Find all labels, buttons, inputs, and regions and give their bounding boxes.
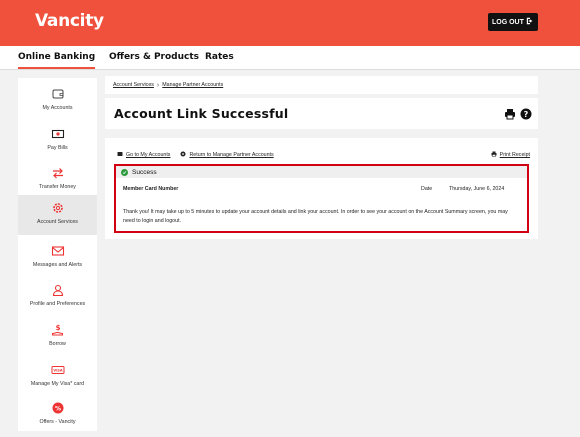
go-to-accounts-label: Go to My Accounts	[126, 152, 171, 158]
sidebar-item-label: Borrow	[49, 341, 66, 347]
transfer-icon	[51, 166, 65, 180]
sidebar-item-label: My Accounts	[42, 105, 73, 111]
sidebar-item-label: Transfer Money	[39, 184, 76, 190]
confirmation-message: Thank you! It may take up to 5 minutes t…	[123, 209, 508, 224]
date-label: Date	[421, 186, 433, 192]
svg-text:?: ?	[524, 110, 529, 119]
sidebar-item-offers-vancity[interactable]: % Offers - Vancity	[18, 396, 97, 430]
wallet-icon	[51, 87, 65, 101]
top-header: Vancity LOG OUT	[0, 0, 580, 46]
sidebar-item-label: Profile and Preferences	[29, 301, 86, 307]
sidebar-item-manage-visa[interactable]: VISA Manage My Visa* card	[18, 358, 97, 400]
chevron-right-icon: ›	[156, 81, 160, 89]
svg-text:%: %	[54, 405, 60, 412]
sidebar-item-borrow[interactable]: $ Borrow	[18, 318, 97, 360]
bill-icon	[51, 127, 65, 141]
sidebar-item-my-accounts[interactable]: My Accounts	[18, 82, 97, 124]
sidebar-item-label: Pay Bills	[47, 145, 68, 151]
wallet-icon	[117, 151, 123, 159]
success-header: Success	[116, 166, 527, 178]
help-icon[interactable]: ?	[520, 107, 532, 125]
breadcrumb-account-services[interactable]: Account Services	[113, 82, 154, 88]
logout-icon	[526, 17, 534, 27]
logout-button[interactable]: LOG OUT	[488, 13, 538, 31]
return-partner-accounts-link[interactable]: Return to Manage Partner Accounts	[180, 151, 274, 159]
svg-text:VISA: VISA	[53, 369, 63, 373]
sidebar-item-label: Messages and Alerts	[32, 262, 83, 268]
sidebar-item-label: Manage My Visa* card	[30, 381, 85, 387]
check-circle-icon	[121, 168, 128, 176]
print-receipt-label: Print Receipt	[499, 152, 530, 158]
detail-row: Member Card Number Date Thursday, June 6…	[123, 186, 519, 192]
result-card: Go to My Accounts Return to Manage Partn…	[105, 138, 538, 239]
mail-icon	[51, 244, 65, 258]
sidebar-item-label: Offers - Vancity	[39, 419, 76, 425]
sidebar-item-pay-bills[interactable]: Pay Bills	[18, 122, 97, 164]
page-title: Account Link Successful	[114, 106, 289, 121]
sidebar: My Accounts Pay Bills Transfer Money Acc…	[18, 78, 97, 431]
sidebar-item-account-services[interactable]: Account Services	[18, 195, 97, 235]
tab-online-banking[interactable]: Online Banking	[18, 52, 96, 69]
return-partner-accounts-label: Return to Manage Partner Accounts	[189, 152, 274, 158]
gear-icon	[180, 151, 186, 159]
success-status: Success	[132, 168, 157, 176]
vancity-logo[interactable]: Vancity	[35, 11, 104, 31]
svg-text:$: $	[55, 324, 60, 332]
visa-icon: VISA	[51, 363, 65, 377]
breadcrumb-manage-partner-accounts[interactable]: Manage Partner Accounts	[162, 82, 223, 88]
offers-icon: %	[51, 401, 65, 415]
go-to-accounts-link[interactable]: Go to My Accounts	[117, 151, 170, 159]
print-icon[interactable]	[504, 107, 516, 125]
print-icon	[491, 151, 497, 159]
user-icon	[51, 283, 65, 297]
breadcrumb: Account Services › Manage Partner Accoun…	[105, 76, 538, 94]
date-value: Thursday, June 6, 2024	[449, 186, 505, 192]
tab-rates[interactable]: Rates	[205, 52, 234, 62]
member-card-number-label: Member Card Number	[123, 186, 179, 192]
success-panel: Success Member Card Number Date Thursday…	[114, 164, 529, 233]
borrow-icon: $	[51, 323, 65, 337]
action-links: Go to My Accounts Return to Manage Partn…	[117, 151, 530, 159]
logout-label: LOG OUT	[492, 18, 524, 26]
gear-icon	[51, 201, 65, 215]
print-receipt-link[interactable]: Print Receipt	[491, 151, 530, 159]
tab-offers-products[interactable]: Offers & Products	[109, 52, 199, 62]
sidebar-item-profile-preferences[interactable]: Profile and Preferences	[18, 278, 97, 320]
title-card: Account Link Successful ?	[105, 98, 538, 129]
main-nav: Online Banking Offers & Products Rates	[0, 46, 580, 70]
sidebar-item-messages-alerts[interactable]: Messages and Alerts	[18, 239, 97, 281]
sidebar-item-label: Account Services	[37, 219, 78, 225]
